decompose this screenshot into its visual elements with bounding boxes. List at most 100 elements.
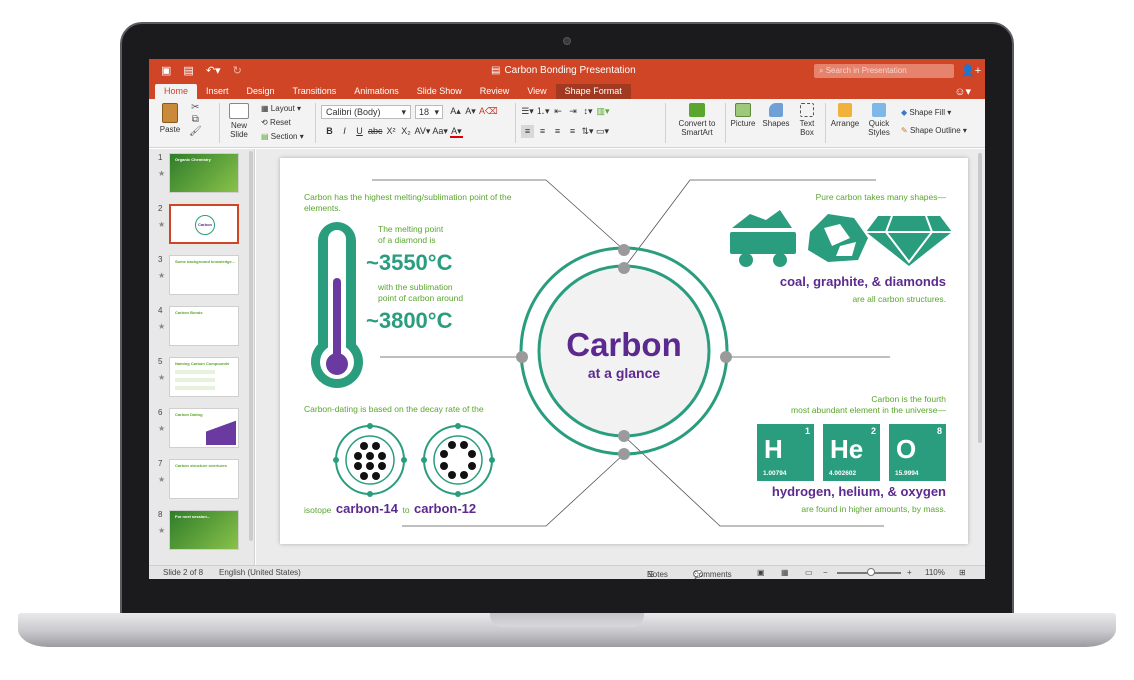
tab-design[interactable]: Design	[238, 84, 284, 99]
picture-button[interactable]: Picture	[729, 103, 757, 128]
section-button[interactable]: ▤ Section ▾	[261, 130, 304, 144]
align-left-icon[interactable]: ≡	[521, 125, 534, 138]
thumbnail-slide-4[interactable]: 4 ★ Carbon Bonds	[149, 304, 255, 348]
character-spacing-icon[interactable]: AV▾	[415, 125, 431, 138]
italic-button[interactable]: I	[338, 125, 351, 138]
canvas-scrollbar[interactable]	[978, 153, 982, 443]
copy-icon[interactable]: ⧉	[189, 114, 202, 126]
carbon-14-atom-icon	[333, 423, 407, 497]
thumbnail-slide-1[interactable]: 1 ★ Organic Chemistry	[149, 151, 255, 195]
share-user-icon[interactable]: 👤+	[961, 64, 981, 77]
picture-icon	[735, 103, 751, 117]
divider	[825, 103, 826, 143]
font-name-select[interactable]: Calibri (Body) ▾	[321, 105, 411, 119]
change-case-icon[interactable]: Aa▾	[432, 125, 448, 138]
sidebar-toggle-icon[interactable]: ▣	[161, 64, 171, 77]
laptop-photo: ▣ ▤ ↶▾ ↻ ▤ Carbon Bonding Presentation ⌕…	[0, 0, 1134, 680]
bullets-icon[interactable]: ☰▾	[521, 105, 534, 118]
thumbnail-slide-2[interactable]: 2 ★ Carbon	[149, 202, 255, 246]
redo-icon[interactable]: ↻	[233, 64, 242, 77]
superscript-button[interactable]: X²	[385, 125, 398, 138]
numbering-icon[interactable]: ⒈▾	[536, 105, 550, 118]
align-text-icon[interactable]: ▭▾	[596, 125, 609, 138]
thumbnail-image: Carbon Dating	[169, 408, 239, 448]
node	[618, 448, 630, 460]
subscript-button[interactable]: X₂	[400, 125, 413, 138]
convert-smartart-button[interactable]: Convert to SmartArt	[673, 103, 721, 137]
clear-format-icon[interactable]: A⌫	[479, 105, 498, 118]
clipboard-icon	[162, 103, 178, 123]
clipboard-tools: ✂ ⧉ 🖌	[189, 102, 202, 138]
tab-view[interactable]: View	[518, 84, 555, 99]
shapes-button[interactable]: Shapes	[761, 103, 791, 128]
layout-button[interactable]: ▦ Layout ▾	[261, 102, 304, 116]
align-center-icon[interactable]: ≡	[536, 125, 549, 138]
zoom-level[interactable]: 110%	[925, 568, 945, 577]
star-icon: ★	[158, 169, 166, 178]
thumbnail-slide-7[interactable]: 7 ★ Carbon structure overtures	[149, 457, 255, 501]
element-tile-oxygen: 8 O 15.9994	[889, 424, 946, 481]
slideshow-view-icon[interactable]: ▭	[805, 568, 813, 577]
cut-icon[interactable]: ✂	[189, 102, 202, 114]
save-icon[interactable]: ▤	[183, 64, 193, 77]
decrease-indent-icon[interactable]: ⇤	[552, 105, 565, 118]
feedback-smiley-icon[interactable]: ☺▾	[954, 85, 971, 98]
zoom-slider-handle[interactable]	[867, 568, 875, 576]
thumbnail-slide-5[interactable]: 5 ★ Naming Carbon Compounds	[149, 355, 255, 399]
thumbnail-slide-8[interactable]: 8 ★ For next session...	[149, 508, 255, 552]
line-spacing-icon[interactable]: ↕▾	[582, 105, 595, 118]
tab-slide-show[interactable]: Slide Show	[408, 84, 471, 99]
normal-view-icon[interactable]: ▣	[757, 568, 765, 577]
thumbnail-slide-3[interactable]: 3 ★ Some background knowledge...	[149, 253, 255, 297]
slide-sorter-icon[interactable]: ▦	[781, 568, 789, 577]
node	[618, 262, 630, 274]
thumbnail-chart	[206, 415, 236, 445]
font-size-select[interactable]: 18 ▾	[415, 105, 443, 119]
fit-to-window-icon[interactable]: ⊞	[959, 568, 966, 577]
text-direction-icon[interactable]: ⇅▾	[581, 125, 594, 138]
shrink-font-icon[interactable]: A▾	[464, 105, 477, 118]
format-painter-icon[interactable]: 🖌	[189, 126, 202, 138]
strikethrough-button[interactable]: abc	[368, 125, 383, 138]
carbon-12-atom-icon	[421, 423, 495, 497]
star-icon: ★	[158, 424, 166, 433]
undo-icon[interactable]: ↶▾	[206, 64, 221, 77]
search-input[interactable]: ⌕ Search in Presentation	[814, 64, 954, 78]
font-color-button[interactable]: A▾	[449, 125, 463, 138]
justify-icon[interactable]: ≡	[566, 125, 579, 138]
tab-insert[interactable]: Insert	[197, 84, 238, 99]
tab-animations[interactable]: Animations	[345, 84, 408, 99]
align-right-icon[interactable]: ≡	[551, 125, 564, 138]
language-indicator[interactable]: English (United States)	[219, 568, 301, 577]
status-bar: Slide 2 of 8 English (United States) ☰ N…	[149, 565, 985, 579]
star-icon: ★	[158, 373, 166, 382]
ribbon-tabs: Home Insert Design Transitions Animation…	[149, 83, 985, 99]
tab-review[interactable]: Review	[471, 84, 519, 99]
increase-indent-icon[interactable]: ⇥	[567, 105, 580, 118]
underline-button[interactable]: U	[353, 125, 366, 138]
tab-home[interactable]: Home	[155, 84, 198, 99]
thumbnail-image: Carbon structure overtures	[169, 459, 239, 499]
arrange-button[interactable]: Arrange	[829, 103, 861, 128]
thumbnail-slide-6[interactable]: 6 ★ Carbon Dating	[149, 406, 255, 450]
shape-fill-button[interactable]: ◆ Shape Fill ▾	[901, 104, 967, 122]
zoom-in-icon[interactable]: +	[907, 568, 912, 577]
tab-shape-format[interactable]: Shape Format	[555, 84, 631, 99]
arrange-icon	[838, 103, 852, 117]
new-slide-button[interactable]: New Slide	[223, 103, 255, 139]
zoom-out-icon[interactable]: −	[823, 568, 828, 577]
slide-2[interactable]: Carbon has the highest melting/sublimati…	[280, 158, 968, 544]
sublimation-line2: point of carbon around	[378, 293, 464, 303]
reset-button[interactable]: ⟲ Reset	[261, 116, 304, 130]
bold-button[interactable]: B	[323, 125, 336, 138]
quick-styles-button[interactable]: Quick Styles	[863, 103, 895, 137]
thumbnail-scrollbar[interactable]	[249, 151, 253, 541]
columns-icon[interactable]: ▥▾	[597, 105, 610, 118]
slide-thumbnail-pane: 1 ★ Organic Chemistry 2 ★ Carbon 3 ★ Some b…	[149, 149, 255, 565]
tab-transitions[interactable]: Transitions	[284, 84, 346, 99]
isotope-line: isotope carbon-14 to carbon-12	[304, 501, 477, 516]
paste-button[interactable]: Paste	[155, 103, 185, 134]
grow-font-icon[interactable]: A▴	[449, 105, 462, 118]
shape-outline-button[interactable]: ✎ Shape Outline ▾	[901, 122, 967, 140]
text-box-button[interactable]: Text Box	[795, 103, 819, 137]
